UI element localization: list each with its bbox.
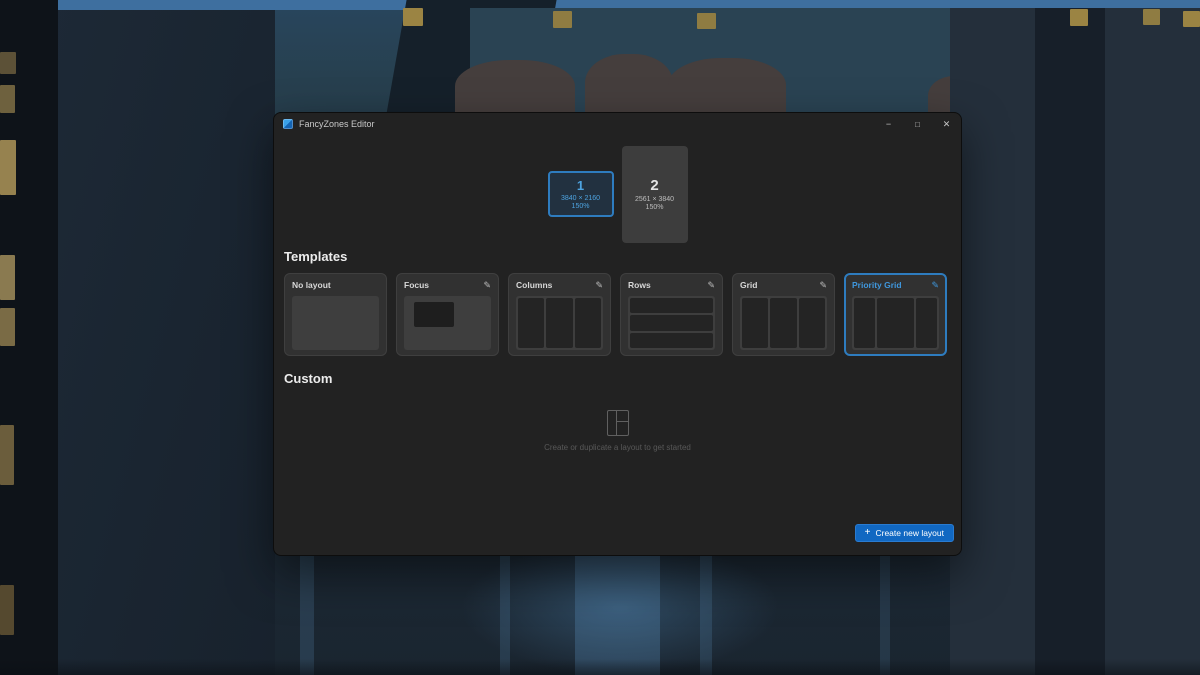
- window-controls: − □ ✕: [874, 113, 961, 135]
- maximize-button[interactable]: □: [903, 113, 932, 135]
- card-label: Focus: [404, 280, 429, 290]
- window-light: [0, 425, 14, 485]
- card-label: Priority Grid: [852, 280, 902, 290]
- window-light: [1183, 11, 1200, 27]
- custom-heading: Custom: [284, 371, 951, 386]
- card-header: Focus ✎: [404, 279, 491, 291]
- window-light: [697, 13, 716, 29]
- templates-section: Templates No layout Focus ✎ Column: [284, 249, 951, 356]
- monitor-resolution: 3840 × 2160: [561, 195, 600, 202]
- background-column-light: [500, 556, 510, 675]
- monitor-1-card[interactable]: 1 3840 × 2160 150%: [548, 171, 614, 217]
- edit-icon[interactable]: ✎: [483, 280, 491, 290]
- background-ornament: [668, 58, 786, 118]
- window-light: [0, 52, 16, 74]
- template-card-rows[interactable]: Rows ✎: [620, 273, 723, 356]
- zone: [546, 298, 572, 348]
- layout-preview: [852, 296, 939, 350]
- card-header: No layout: [292, 279, 379, 291]
- zone: [770, 298, 796, 348]
- window-light: [553, 11, 572, 28]
- close-button[interactable]: ✕: [932, 113, 961, 135]
- layout-placeholder-icon: [607, 410, 629, 436]
- zone: [916, 298, 937, 348]
- monitor-2-card[interactable]: 2 2561 × 3840 150%: [622, 146, 688, 243]
- edit-icon[interactable]: ✎: [707, 280, 715, 290]
- monitor-scaling: 150%: [646, 204, 664, 211]
- card-header: Grid ✎: [740, 279, 827, 291]
- window-light: [403, 8, 423, 26]
- background-column-light: [575, 556, 660, 675]
- card-label: Rows: [628, 280, 651, 290]
- card-label: No layout: [292, 280, 331, 290]
- window-light: [0, 255, 15, 300]
- window-light: [0, 585, 14, 635]
- card-label: Grid: [740, 280, 757, 290]
- zone: [742, 298, 768, 348]
- layout-preview: [516, 296, 603, 350]
- zone: [799, 298, 825, 348]
- window-light: [0, 85, 15, 113]
- layout-preview: [628, 296, 715, 350]
- zone: [630, 333, 713, 348]
- zone: [575, 298, 601, 348]
- monitor-resolution: 2561 × 3840: [635, 196, 674, 203]
- template-card-columns[interactable]: Columns ✎: [508, 273, 611, 356]
- monitor-number: 2: [650, 177, 658, 194]
- template-card-no-layout[interactable]: No layout: [284, 273, 387, 356]
- window-light: [0, 308, 15, 346]
- background-ornament: [455, 60, 575, 118]
- window-title: FancyZones Editor: [299, 119, 375, 129]
- custom-empty-text: Create or duplicate a layout to get star…: [544, 443, 691, 452]
- minimize-button[interactable]: −: [874, 113, 903, 135]
- card-header: Rows ✎: [628, 279, 715, 291]
- edit-icon[interactable]: ✎: [595, 280, 603, 290]
- layout-preview: [292, 296, 379, 350]
- background-ornament: [585, 54, 673, 118]
- background-column-light: [700, 556, 712, 675]
- monitor-scaling: 150%: [572, 203, 590, 210]
- card-header: Columns ✎: [516, 279, 603, 291]
- layout-preview: [740, 296, 827, 350]
- zone: [630, 315, 713, 330]
- template-card-grid[interactable]: Grid ✎: [732, 273, 835, 356]
- titlebar: FancyZones Editor − □ ✕: [274, 113, 961, 135]
- card-label: Columns: [516, 280, 552, 290]
- edit-icon[interactable]: ✎: [819, 280, 827, 290]
- zone: [414, 302, 454, 327]
- window-light: [0, 140, 16, 195]
- template-cards-row: No layout Focus ✎ Columns ✎: [284, 273, 951, 356]
- create-new-layout-label: Create new layout: [875, 528, 944, 538]
- plus-icon: +: [865, 528, 871, 538]
- template-card-priority-grid[interactable]: Priority Grid ✎: [844, 273, 947, 356]
- zone: [854, 298, 875, 348]
- template-card-focus[interactable]: Focus ✎: [396, 273, 499, 356]
- background-shadow-band: [1035, 8, 1105, 675]
- templates-heading: Templates: [284, 249, 951, 264]
- card-header: Priority Grid ✎: [852, 279, 939, 291]
- background-building-left: [40, 10, 275, 675]
- custom-section: Custom Create or duplicate a layout to g…: [284, 371, 951, 452]
- layout-preview: [404, 296, 491, 350]
- background-column-light: [300, 556, 314, 675]
- zone: [877, 298, 915, 348]
- monitor-number: 1: [577, 179, 584, 193]
- app-icon: [283, 119, 293, 129]
- edit-icon[interactable]: ✎: [931, 280, 939, 290]
- window-light: [1070, 9, 1088, 26]
- zone: [518, 298, 544, 348]
- custom-empty-state: Create or duplicate a layout to get star…: [284, 410, 951, 452]
- window-light: [1143, 9, 1160, 25]
- fancyzones-editor-window: FancyZones Editor − □ ✕ 1 3840 × 2160 15…: [273, 112, 962, 556]
- monitor-picker: 1 3840 × 2160 150% 2 2561 × 3840 150%: [274, 133, 961, 255]
- create-new-layout-button[interactable]: + Create new layout: [855, 524, 954, 542]
- background-column-light: [880, 556, 890, 675]
- background-bottom-fade: [0, 659, 1200, 675]
- zone: [630, 298, 713, 313]
